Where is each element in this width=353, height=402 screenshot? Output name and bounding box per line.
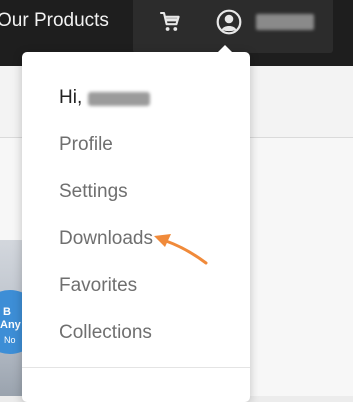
menu-item-profile[interactable]: Profile bbox=[59, 134, 113, 156]
greeting-text: Hi, bbox=[59, 87, 83, 108]
menu-item-settings[interactable]: Settings bbox=[59, 181, 128, 203]
shopping-cart-icon[interactable] bbox=[158, 10, 182, 34]
menu-item-downloads[interactable]: Downloads bbox=[59, 228, 153, 250]
banner-text-line-2: Any bbox=[0, 319, 21, 331]
greeting-username-redacted bbox=[88, 92, 150, 106]
banner-text-line-3: No bbox=[4, 335, 16, 345]
user-circle-icon[interactable] bbox=[216, 9, 242, 35]
menu-item-collections[interactable]: Collections bbox=[59, 322, 152, 344]
menu-item-favorites[interactable]: Favorites bbox=[59, 275, 137, 297]
username-redacted bbox=[256, 14, 314, 30]
banner-text-line-1: B bbox=[3, 306, 11, 318]
account-dropdown-menu: Hi, Profile Settings Downloads Favorites… bbox=[22, 45, 250, 402]
promo-banner-thumbnail[interactable]: B Any No bbox=[0, 240, 22, 396]
menu-divider bbox=[22, 367, 250, 368]
nav-our-products-link[interactable]: Our Products bbox=[0, 10, 109, 32]
annotation-arrow-icon bbox=[154, 234, 208, 265]
